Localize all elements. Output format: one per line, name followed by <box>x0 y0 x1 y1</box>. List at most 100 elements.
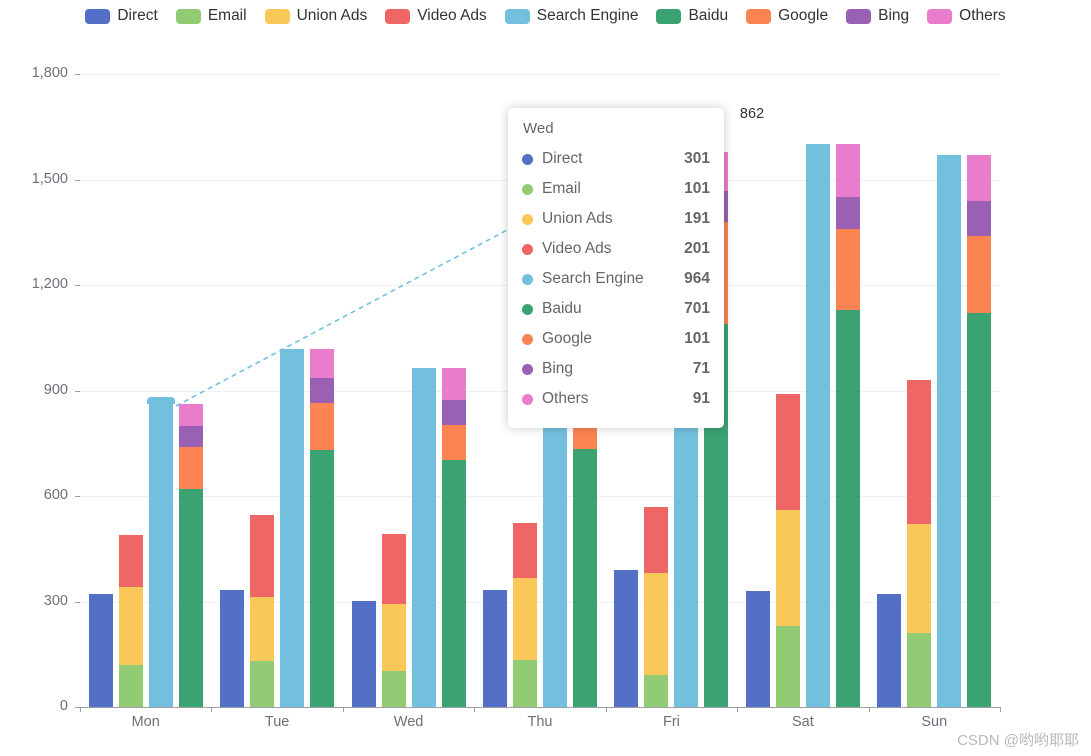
bar-segment-search-engine[interactable] <box>411 368 436 707</box>
tooltip-series-name: Others <box>542 390 589 407</box>
bar-segment-others[interactable] <box>441 368 466 400</box>
bar-segment-others[interactable] <box>178 403 203 426</box>
bar-segment-email[interactable] <box>250 660 275 707</box>
bar-segment-email[interactable] <box>644 675 669 707</box>
bar-sat-direct[interactable] <box>745 590 770 707</box>
legend-item-video-ads[interactable]: Video Ads <box>385 7 487 25</box>
bar-segment-others[interactable] <box>967 154 992 201</box>
bar-segment-google[interactable] <box>835 228 860 310</box>
bar-tue-search-engine[interactable] <box>280 349 305 707</box>
bar-wed-direct[interactable] <box>351 601 376 707</box>
bar-segment-video-ads[interactable] <box>775 394 800 511</box>
x-axis-label-sun: Sun <box>921 714 948 730</box>
bar-segment-video-ads[interactable] <box>381 533 406 605</box>
tooltip-row: Google 101 <box>522 324 710 354</box>
bar-segment-google[interactable] <box>967 235 992 314</box>
bar-wed-stack[interactable] <box>381 533 406 707</box>
bar-segment-email[interactable] <box>513 659 537 707</box>
x-axis-tick <box>474 707 476 712</box>
bar-segment-search-engine[interactable] <box>280 349 305 707</box>
legend-swatch-icon <box>385 8 411 24</box>
bar-segment-video-ads[interactable] <box>118 534 143 588</box>
bar-segment-union-ads[interactable] <box>513 577 537 660</box>
legend-item-email[interactable]: Email <box>175 7 247 25</box>
bar-segment-baidu[interactable] <box>310 449 335 707</box>
bar-segment-union-ads[interactable] <box>118 587 143 665</box>
bar-sun-stack[interactable] <box>907 379 932 707</box>
legend-item-union-ads[interactable]: Union Ads <box>264 7 368 25</box>
bar-thu-direct[interactable] <box>483 589 507 707</box>
legend-item-others[interactable]: Others <box>927 7 1006 25</box>
bar-segment-search-engine[interactable] <box>937 154 962 707</box>
bar-segment-bing[interactable] <box>835 197 860 229</box>
bar-segment-google[interactable] <box>310 403 335 450</box>
bar-segment-baidu[interactable] <box>441 460 466 707</box>
bar-segment-direct[interactable] <box>88 594 113 707</box>
bar-segment-union-ads[interactable] <box>381 604 406 672</box>
legend-item-search-engine[interactable]: Search Engine <box>504 7 638 25</box>
bar-segment-video-ads[interactable] <box>513 523 537 578</box>
bar-segment-others[interactable] <box>835 144 860 198</box>
bar-mon-search-engine[interactable] <box>148 403 173 707</box>
bar-segment-email[interactable] <box>907 633 932 707</box>
bar-tue-stack[interactable] <box>310 349 335 707</box>
legend-item-google[interactable]: Google <box>746 7 828 25</box>
bar-mon-stack[interactable] <box>178 403 203 707</box>
bar-mon-direct[interactable] <box>88 594 113 707</box>
bar-segment-search-engine[interactable] <box>148 403 173 707</box>
tooltip-series-value: 91 <box>692 390 710 407</box>
bar-segment-baidu[interactable] <box>573 448 597 707</box>
legend-item-bing[interactable]: Bing <box>846 7 909 25</box>
bar-segment-bing[interactable] <box>967 200 992 236</box>
bar-sat-stack[interactable] <box>835 144 860 707</box>
bar-segment-email[interactable] <box>775 626 800 707</box>
bar-segment-union-ads[interactable] <box>907 524 932 634</box>
tooltip-series-dot-icon <box>522 363 533 375</box>
bar-segment-union-ads[interactable] <box>250 596 275 661</box>
bar-segment-direct[interactable] <box>745 590 770 707</box>
bar-segment-union-ads[interactable] <box>775 510 800 627</box>
bar-segment-baidu[interactable] <box>835 309 860 707</box>
legend-swatch-icon <box>85 8 111 24</box>
bar-segment-bing[interactable] <box>310 377 335 404</box>
bar-segment-baidu[interactable] <box>967 313 992 707</box>
bar-segment-union-ads[interactable] <box>644 573 669 676</box>
bar-segment-bing[interactable] <box>178 425 203 447</box>
bar-fri-direct[interactable] <box>614 569 639 707</box>
bar-segment-search-engine[interactable] <box>805 144 830 707</box>
tooltip-series-name: Search Engine <box>542 270 644 287</box>
bar-segment-direct[interactable] <box>351 601 376 707</box>
bar-segment-video-ads[interactable] <box>250 515 275 597</box>
gridline <box>80 496 1000 497</box>
bar-mon-stack[interactable] <box>118 534 143 707</box>
bar-tue-direct[interactable] <box>220 590 245 707</box>
bar-segment-baidu[interactable] <box>178 488 203 707</box>
bar-segment-direct[interactable] <box>614 569 639 707</box>
bar-tue-stack[interactable] <box>250 515 275 707</box>
bar-thu-stack[interactable] <box>513 523 537 707</box>
legend-item-baidu[interactable]: Baidu <box>656 7 728 25</box>
bar-segment-bing[interactable] <box>441 400 466 425</box>
bar-segment-video-ads[interactable] <box>907 379 932 525</box>
bar-wed-search-engine[interactable] <box>411 368 436 707</box>
bar-segment-direct[interactable] <box>877 594 902 707</box>
bar-segment-video-ads[interactable] <box>644 506 669 574</box>
bar-segment-email[interactable] <box>381 671 406 707</box>
bar-segment-google[interactable] <box>178 446 203 489</box>
bar-segment-others[interactable] <box>310 349 335 378</box>
bar-wed-stack[interactable] <box>441 368 466 707</box>
bar-segment-direct[interactable] <box>220 590 245 707</box>
legend-item-label: Union Ads <box>296 7 368 24</box>
bar-sun-search-engine[interactable] <box>937 154 962 707</box>
bar-sun-stack[interactable] <box>967 154 992 707</box>
bar-sat-stack[interactable] <box>775 394 800 707</box>
bar-sun-direct[interactable] <box>877 594 902 707</box>
bar-sat-search-engine[interactable] <box>805 144 830 707</box>
x-axis-label-sat: Sat <box>791 714 814 730</box>
bar-segment-google[interactable] <box>441 424 466 461</box>
legend-item-direct[interactable]: Direct <box>85 7 158 25</box>
bar-segment-email[interactable] <box>118 664 143 707</box>
tooltip-rows: Direct 301 Email 101 Union Ads 191 Video Ads 20… <box>522 144 710 414</box>
bar-fri-stack[interactable] <box>644 506 669 707</box>
bar-segment-direct[interactable] <box>483 589 507 707</box>
